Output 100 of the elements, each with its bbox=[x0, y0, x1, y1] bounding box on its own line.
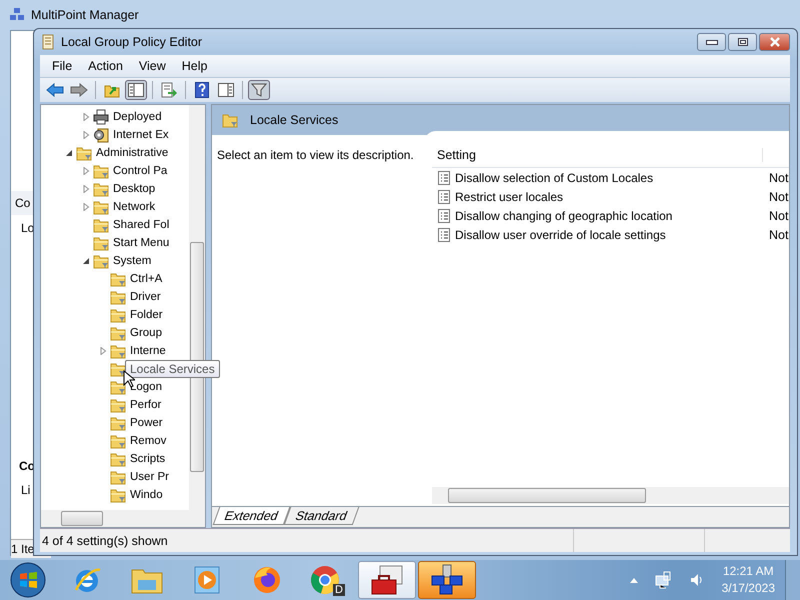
horizontal-scrollbar[interactable] bbox=[432, 487, 789, 504]
tree-item[interactable]: Windo bbox=[129, 489, 164, 501]
table-cell: Not bbox=[769, 228, 789, 242]
menu-item[interactable]: Action bbox=[80, 57, 131, 75]
description-text: Select an item to view its description. bbox=[217, 148, 414, 162]
folder-icon bbox=[110, 325, 126, 341]
folder-icon bbox=[93, 163, 109, 179]
tree-item[interactable]: Ctrl+A bbox=[129, 273, 164, 285]
tree-item[interactable]: Internet Ex bbox=[112, 129, 170, 141]
folder-icon bbox=[110, 343, 126, 359]
show-desktop-button[interactable] bbox=[785, 560, 800, 600]
tree-item[interactable]: Group bbox=[129, 327, 163, 339]
table-cell[interactable]: Disallow selection of Custom Locales bbox=[455, 170, 764, 184]
folder-icon bbox=[110, 415, 126, 431]
toolbox-icon bbox=[370, 564, 404, 596]
policy-document-icon bbox=[438, 170, 450, 184]
folder-icon bbox=[110, 433, 126, 449]
back-button[interactable] bbox=[44, 80, 66, 100]
tab[interactable]: Extended bbox=[212, 507, 290, 525]
folder-icon bbox=[110, 469, 126, 485]
tree-item[interactable]: Start Menu bbox=[112, 237, 170, 249]
tree-item[interactable]: Network bbox=[112, 201, 156, 213]
policy-document-icon bbox=[438, 228, 450, 242]
table-cell[interactable]: Disallow user override of locale settings bbox=[455, 228, 764, 242]
taskbar-button[interactable]: D bbox=[298, 561, 356, 599]
tree-item[interactable]: Desktop bbox=[112, 183, 156, 195]
folder-icon bbox=[110, 451, 126, 467]
tree-button[interactable] bbox=[125, 80, 147, 100]
fox-globe-icon bbox=[251, 564, 283, 596]
taskbar-button[interactable] bbox=[358, 561, 416, 599]
folder-icon bbox=[110, 361, 126, 377]
folder-icon bbox=[93, 235, 109, 251]
help-icon bbox=[195, 82, 209, 98]
profile-badge: D bbox=[333, 584, 345, 596]
table-cell: Not bbox=[769, 208, 789, 222]
folder-icon bbox=[110, 379, 126, 395]
tree-item[interactable]: Remov bbox=[129, 435, 168, 447]
collapsed-arrow-icon[interactable] bbox=[82, 185, 90, 193]
expanded-arrow-icon[interactable] bbox=[65, 149, 73, 157]
tooltip: Locale Services bbox=[125, 360, 220, 378]
collapsed-arrow-icon[interactable] bbox=[82, 203, 90, 211]
folder-icon bbox=[110, 397, 126, 413]
tree-item[interactable]: System bbox=[112, 255, 152, 267]
folder-icon bbox=[93, 217, 109, 233]
tree-item[interactable]: Interne bbox=[129, 345, 167, 357]
collapsed-arrow-icon[interactable] bbox=[99, 347, 107, 355]
menu-item[interactable]: View bbox=[130, 57, 174, 75]
folder-icon bbox=[110, 289, 126, 305]
scroll-icon bbox=[40, 34, 56, 50]
windows-logo-icon bbox=[10, 562, 46, 598]
folder-icon bbox=[110, 487, 126, 503]
tree-item[interactable]: User Pr bbox=[129, 471, 170, 483]
taskbar-button[interactable] bbox=[418, 561, 476, 599]
menu-item[interactable]: File bbox=[44, 57, 80, 75]
tab[interactable]: Standard bbox=[284, 507, 359, 525]
close-button[interactable] bbox=[759, 33, 790, 51]
partial-text: Li bbox=[20, 482, 32, 499]
collapsed-arrow-icon[interactable] bbox=[82, 167, 90, 175]
show-hidden-icons-icon[interactable] bbox=[628, 576, 639, 584]
collapsed-arrow-icon[interactable] bbox=[82, 131, 90, 139]
table-cell[interactable]: Disallow changing of geographic location bbox=[455, 208, 764, 222]
tree-item[interactable]: Perfor bbox=[129, 399, 162, 411]
window-title: Local Group Policy Editor bbox=[61, 35, 204, 49]
tree-item[interactable]: Control Pa bbox=[112, 165, 168, 177]
table-cell: Not bbox=[769, 170, 789, 184]
maximize-button[interactable] bbox=[728, 33, 757, 51]
play-icon bbox=[192, 564, 222, 596]
forward-button[interactable] bbox=[68, 80, 90, 100]
tree-item[interactable]: Driver bbox=[129, 291, 162, 303]
horizontal-scrollbar[interactable] bbox=[41, 510, 205, 527]
tree-item[interactable]: Folder bbox=[129, 309, 164, 321]
table-cell[interactable]: Restrict user locales bbox=[455, 190, 764, 204]
network-icon[interactable] bbox=[654, 571, 673, 589]
forward-arrow-icon bbox=[70, 83, 88, 97]
collapsed-arrow-icon[interactable] bbox=[82, 113, 90, 121]
folder-icon bbox=[222, 112, 238, 128]
folder-icon bbox=[93, 181, 109, 197]
tree-item[interactable]: Deployed bbox=[112, 111, 163, 123]
back-arrow-icon bbox=[46, 83, 64, 97]
folder-icon bbox=[110, 271, 126, 287]
table-cell: Not bbox=[769, 190, 789, 204]
minimize-button[interactable] bbox=[697, 33, 726, 51]
pane-button[interactable] bbox=[215, 80, 237, 100]
filter-button[interactable] bbox=[248, 80, 270, 100]
gear-document-icon bbox=[93, 127, 109, 143]
column-header[interactable]: Setting bbox=[432, 148, 763, 162]
filter-icon bbox=[251, 82, 267, 98]
folder-icon bbox=[110, 307, 126, 323]
window-title: MultiPoint Manager bbox=[31, 8, 139, 22]
menu-item[interactable]: Help bbox=[174, 57, 216, 75]
expanded-arrow-icon[interactable] bbox=[82, 257, 90, 265]
policy-document-icon bbox=[438, 190, 450, 204]
tree-item[interactable]: Shared Fol bbox=[112, 219, 170, 231]
tree-item[interactable]: Scripts bbox=[129, 453, 166, 465]
section-title: Locale Services bbox=[250, 113, 338, 127]
tree-item[interactable]: Power bbox=[129, 417, 164, 429]
folder-icon bbox=[93, 199, 109, 215]
computers-icon bbox=[9, 7, 25, 23]
printer-icon bbox=[93, 109, 109, 125]
tree-item[interactable]: Administrative bbox=[95, 147, 170, 159]
